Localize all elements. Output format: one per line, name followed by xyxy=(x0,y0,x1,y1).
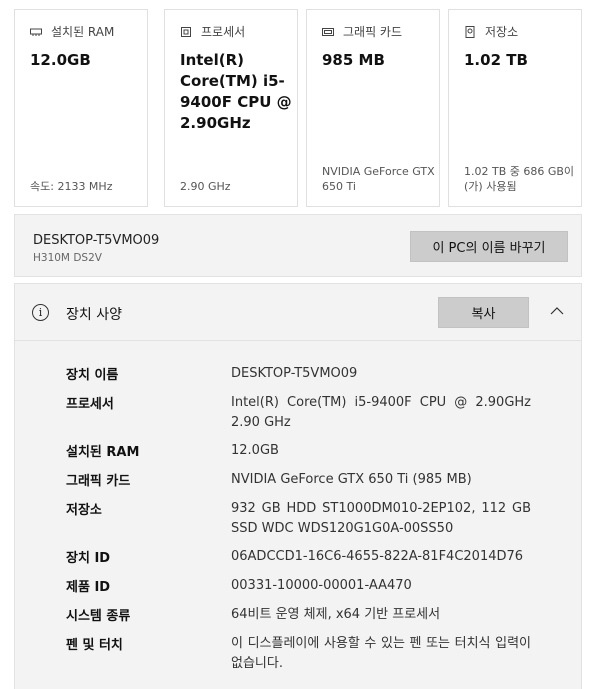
device-specs-header[interactable]: i 장치 사양 복사 xyxy=(15,284,581,341)
spec-value: 00331-10000-00001-AA470 xyxy=(231,578,412,593)
spec-key: 장치 ID xyxy=(66,551,111,566)
storage-icon xyxy=(465,25,475,38)
summary-cards: 설치된 RAM 12.0GB 속도: 2133 MHz 프로세서 Intel(R… xyxy=(14,9,582,207)
processor-label: 프로세서 xyxy=(201,25,246,39)
device-specs-title: 장치 사양 xyxy=(66,307,122,323)
info-icon: i xyxy=(32,304,49,321)
processor-icon xyxy=(181,26,191,37)
spec-key: 제품 ID xyxy=(66,580,111,595)
copy-button[interactable]: 복사 xyxy=(438,297,529,328)
graphics-value: 985 MB xyxy=(322,51,385,69)
ram-icon xyxy=(30,28,42,36)
ram-card: 설치된 RAM 12.0GB 속도: 2133 MHz xyxy=(14,9,148,207)
spec-key: 저장소 xyxy=(66,503,102,518)
graphics-card: 그래픽 카드 985 MB NVIDIA GeForce GTX 650 Ti xyxy=(306,9,440,207)
spec-value: Intel(R) Core(TM) i5-9400F CPU @ 2.90GHz… xyxy=(231,395,531,430)
rename-pc-button[interactable]: 이 PC의 이름 바꾸기 xyxy=(410,231,568,262)
spec-key: 시스템 종류 xyxy=(66,609,131,624)
graphics-model: NVIDIA GeForce GTX 650 Ti xyxy=(322,165,435,193)
graphics-label: 그래픽 카드 xyxy=(343,25,403,39)
pc-name-bar: DESKTOP-T5VMO09 H310M DS2V 이 PC의 이름 바꾸기 xyxy=(14,214,582,277)
processor-speed: 2.90 GHz xyxy=(180,180,231,193)
spec-key: 장치 이름 xyxy=(66,368,119,383)
ram-speed: 속도: 2133 MHz xyxy=(30,180,113,193)
spec-value: 이 디스플레이에 사용할 수 있는 펜 또는 터치식 입력이 없습니다. xyxy=(231,636,531,671)
device-specs-panel: i 장치 사양 복사 장치 이름 DESKTOP-T5VMO09 프로세서 In… xyxy=(14,283,582,689)
spec-key: 프로세서 xyxy=(66,397,114,412)
spec-value: 06ADCCD1-16C6-4655-822A-81F4C2014D76 xyxy=(231,549,524,564)
graphics-card-icon xyxy=(322,27,334,36)
spec-value: 12.0GB xyxy=(231,443,279,458)
storage-card: 저장소 1.02 TB 1.02 TB 중 686 GB이(가) 사용됨 xyxy=(448,9,582,207)
spec-value: DESKTOP-T5VMO09 xyxy=(231,366,358,381)
processor-value: Intel(R) Core(TM) i5-9400F CPU @ 2.90GHz xyxy=(180,51,292,132)
spec-key: 그래픽 카드 xyxy=(66,474,131,489)
spec-key: 설치된 RAM xyxy=(66,445,140,460)
storage-label: 저장소 xyxy=(485,25,519,39)
ram-label: 설치된 RAM xyxy=(51,25,115,39)
chevron-up-icon[interactable] xyxy=(550,304,564,318)
storage-usage: 1.02 TB 중 686 GB이(가) 사용됨 xyxy=(464,165,575,193)
ram-value: 12.0GB xyxy=(30,51,91,69)
spec-value: 932 GB HDD ST1000DM010-2EP102, 112 GB SS… xyxy=(231,501,531,536)
spec-value: 64비트 운영 체제, x64 기반 프로세서 xyxy=(231,607,441,622)
pc-name: DESKTOP-T5VMO09 xyxy=(33,233,160,248)
storage-value: 1.02 TB xyxy=(464,51,528,69)
processor-card: 프로세서 Intel(R) Core(TM) i5-9400F CPU @ 2.… xyxy=(164,9,298,207)
spec-value: NVIDIA GeForce GTX 650 Ti (985 MB) xyxy=(231,472,472,487)
spec-key: 펜 및 터치 xyxy=(66,638,123,653)
pc-model: H310M DS2V xyxy=(33,252,102,264)
